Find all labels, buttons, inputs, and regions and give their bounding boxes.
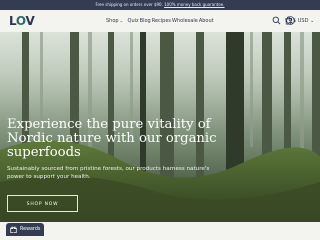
currency-label: $ USD	[293, 18, 309, 24]
nav-item-blog[interactable]: Blog	[140, 18, 151, 24]
page-bottom-band	[0, 222, 320, 240]
rewards-button[interactable]: Rewards	[6, 223, 44, 236]
gift-icon	[10, 226, 17, 233]
hero-banner: Experience the pure vitality of Nordic n…	[0, 32, 320, 222]
brand-logo[interactable]: LOV	[9, 14, 35, 28]
nav-item-quiz[interactable]: Quiz	[128, 18, 139, 24]
nav-item-about[interactable]: About	[199, 18, 214, 24]
nav-item-recipes[interactable]: Recipes	[152, 18, 171, 24]
announcement-text: Free shipping on orders over $90.	[95, 2, 165, 7]
nav-item-wholesale[interactable]: Wholesale	[172, 18, 198, 24]
shop-now-button[interactable]: SHOP NOW	[7, 195, 78, 212]
main-nav: Shop⌄ QuizBlogRecipesWholesaleAbout	[106, 18, 215, 24]
guarantee-link[interactable]: 100% money back guarantee.	[164, 2, 224, 7]
site-header: LOV Shop⌄ QuizBlogRecipesWholesaleAbout …	[0, 10, 320, 33]
hero-subheadline: Sustainably sourced from pristine forest…	[7, 166, 210, 180]
currency-selector[interactable]: $ USD ⌄	[293, 18, 314, 24]
chevron-down-icon: ⌄	[310, 18, 315, 24]
cart-icon[interactable]	[284, 16, 293, 25]
announcement-bar: Free shipping on orders over $90. 100% m…	[0, 0, 320, 10]
logo-letter-v: V	[25, 14, 35, 28]
rewards-label: Rewards	[20, 227, 41, 232]
nav-item-shop[interactable]: Shop	[106, 18, 119, 24]
hero-headline: Experience the pure vitality of Nordic n…	[7, 117, 217, 160]
logo-letter-o: O	[15, 14, 26, 28]
logo-letter-l: L	[9, 14, 16, 28]
search-icon[interactable]	[272, 16, 281, 25]
chevron-down-icon[interactable]: ⌄	[120, 18, 123, 23]
